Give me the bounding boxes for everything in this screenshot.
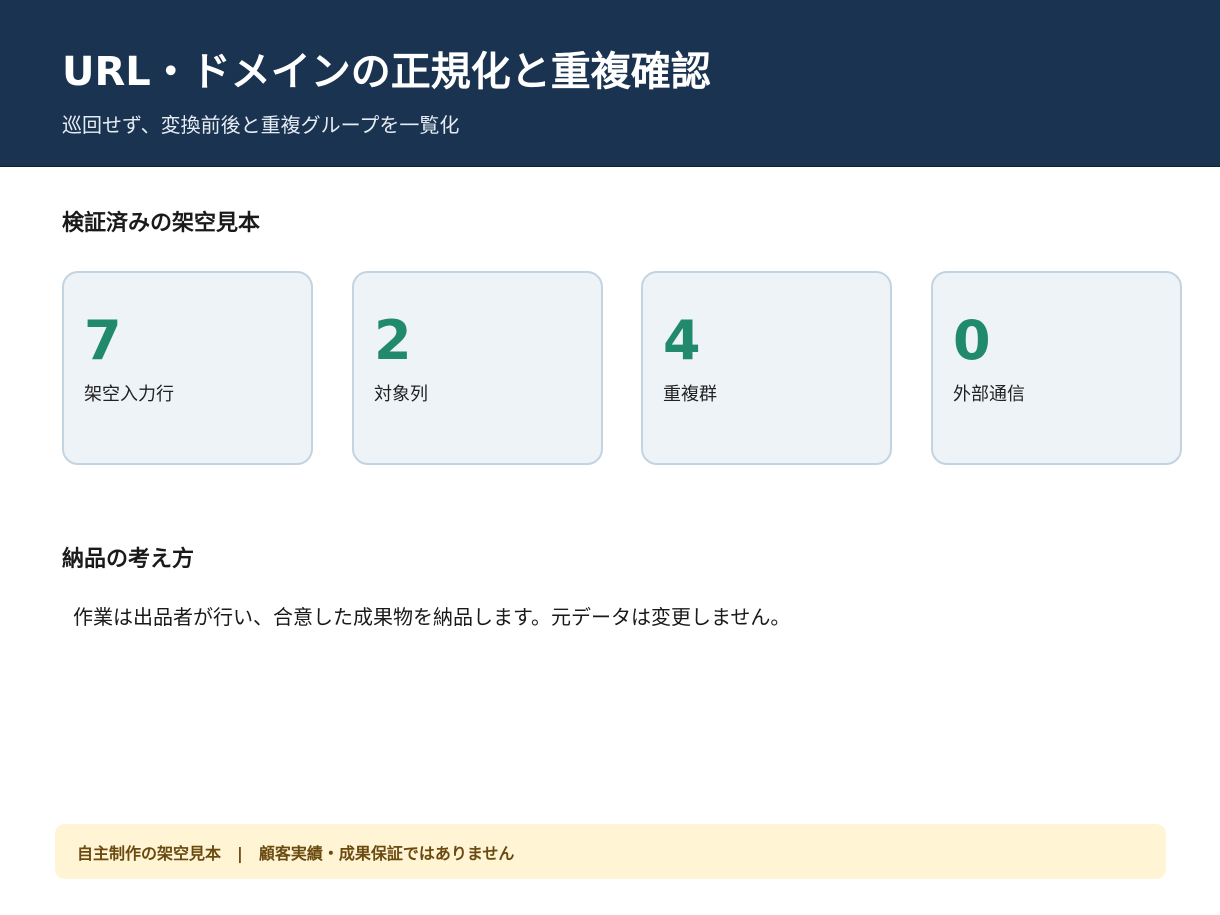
page-subtitle: 巡回せず、変換前後と重複グループを一覧化 [62, 113, 460, 137]
stat-value: 7 [84, 309, 122, 372]
stat-card-duplicate-groups: 4 重複群 [641, 271, 892, 465]
stat-value: 0 [953, 309, 991, 372]
stat-card-input-rows: 7 架空入力行 [62, 271, 313, 465]
stat-value: 4 [663, 309, 701, 372]
approach-text: 作業は出品者が行い、合意した成果物を納品します。元データは変更しません。 [73, 605, 791, 629]
samples-heading: 検証済みの架空見本 [62, 211, 261, 236]
stat-card-target-columns: 2 対象列 [352, 271, 603, 465]
disclaimer-banner: 自主制作の架空見本 | 顧客実績・成果保証ではありません [55, 824, 1166, 879]
stats-cards: 7 架空入力行 2 対象列 4 重複群 0 外部通信 [62, 271, 1182, 465]
stat-card-external-requests: 0 外部通信 [931, 271, 1182, 465]
approach-heading: 納品の考え方 [62, 547, 195, 572]
stat-value: 2 [374, 309, 412, 372]
stat-label: 重複群 [663, 384, 717, 405]
page-header: URL・ドメインの正規化と重複確認 巡回せず、変換前後と重複グループを一覧化 [0, 0, 1220, 167]
stat-label: 外部通信 [953, 384, 1025, 405]
stat-label: 架空入力行 [84, 384, 174, 405]
page-title: URL・ドメインの正規化と重複確認 [62, 49, 711, 95]
stat-label: 対象列 [374, 384, 428, 405]
